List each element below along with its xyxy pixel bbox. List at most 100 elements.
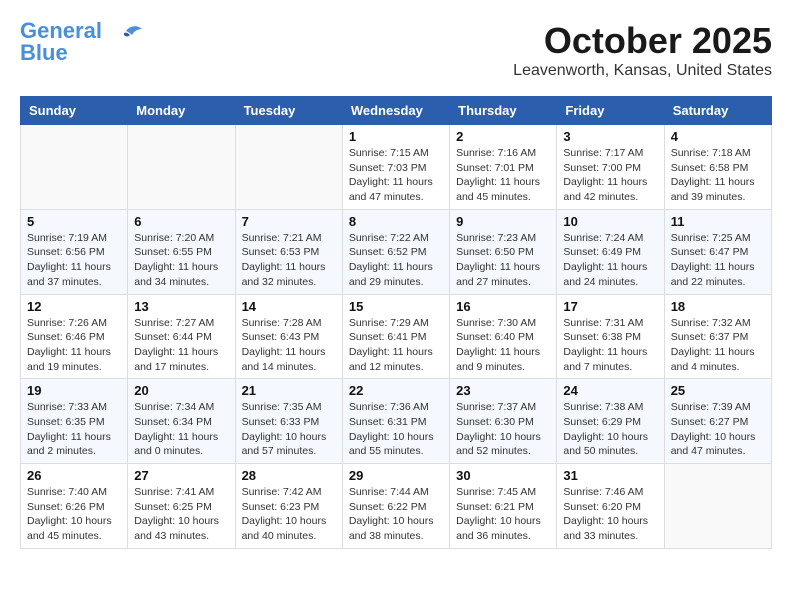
calendar-week-3: 12 Sunrise: 7:26 AM Sunset: 6:46 PM Dayli… [21, 294, 772, 379]
calendar-cell: 25 Sunrise: 7:39 AM Sunset: 6:27 PM Dayli… [664, 379, 771, 464]
calendar-cell: 3 Sunrise: 7:17 AM Sunset: 7:00 PM Daylig… [557, 125, 664, 210]
calendar-cell: 2 Sunrise: 7:16 AM Sunset: 7:01 PM Daylig… [450, 125, 557, 210]
page-header: General Blue October 2025 Leavenworth, K… [20, 20, 772, 80]
calendar-cell: 4 Sunrise: 7:18 AM Sunset: 6:58 PM Daylig… [664, 125, 771, 210]
calendar-cell: 7 Sunrise: 7:21 AM Sunset: 6:53 PM Daylig… [235, 209, 342, 294]
day-number: 25 [671, 383, 765, 398]
day-info: Sunrise: 7:22 AM Sunset: 6:52 PM Dayligh… [349, 231, 443, 290]
calendar-week-1: 1 Sunrise: 7:15 AM Sunset: 7:03 PM Daylig… [21, 125, 772, 210]
weekday-header-tuesday: Tuesday [235, 97, 342, 125]
month-title: October 2025 [513, 20, 772, 62]
day-info: Sunrise: 7:29 AM Sunset: 6:41 PM Dayligh… [349, 316, 443, 375]
day-number: 10 [563, 214, 657, 229]
day-info: Sunrise: 7:17 AM Sunset: 7:00 PM Dayligh… [563, 146, 657, 205]
day-info: Sunrise: 7:42 AM Sunset: 6:23 PM Dayligh… [242, 485, 336, 544]
logo-bird-icon [106, 23, 142, 51]
day-info: Sunrise: 7:21 AM Sunset: 6:53 PM Dayligh… [242, 231, 336, 290]
day-info: Sunrise: 7:18 AM Sunset: 6:58 PM Dayligh… [671, 146, 765, 205]
calendar-cell: 31 Sunrise: 7:46 AM Sunset: 6:20 PM Dayli… [557, 464, 664, 549]
day-info: Sunrise: 7:31 AM Sunset: 6:38 PM Dayligh… [563, 316, 657, 375]
calendar-cell [128, 125, 235, 210]
day-info: Sunrise: 7:38 AM Sunset: 6:29 PM Dayligh… [563, 400, 657, 459]
calendar-cell: 16Sunrise: 7:30 AM Sunset: 6:40 PM Dayli… [450, 294, 557, 379]
calendar-cell: 30Sunrise: 7:45 AM Sunset: 6:21 PM Dayli… [450, 464, 557, 549]
calendar-body: 1 Sunrise: 7:15 AM Sunset: 7:03 PM Daylig… [21, 125, 772, 549]
day-info: Sunrise: 7:20 AM Sunset: 6:55 PM Dayligh… [134, 231, 228, 290]
day-number: 28 [242, 468, 336, 483]
calendar-cell: 27 Sunrise: 7:41 AM Sunset: 6:25 PM Dayli… [128, 464, 235, 549]
weekday-header-monday: Monday [128, 97, 235, 125]
calendar-week-5: 26 Sunrise: 7:40 AM Sunset: 6:26 PM Dayli… [21, 464, 772, 549]
day-number: 6 [134, 214, 228, 229]
day-number: 23 [456, 383, 550, 398]
calendar-cell: 17 Sunrise: 7:31 AM Sunset: 6:38 PM Dayli… [557, 294, 664, 379]
day-info: Sunrise: 7:28 AM Sunset: 6:43 PM Dayligh… [242, 316, 336, 375]
day-info: Sunrise: 7:40 AM Sunset: 6:26 PM Dayligh… [27, 485, 121, 544]
calendar-cell: 14 Sunrise: 7:28 AM Sunset: 6:43 PM Dayli… [235, 294, 342, 379]
day-number: 27 [134, 468, 228, 483]
day-number: 7 [242, 214, 336, 229]
day-info: Sunrise: 7:36 AM Sunset: 6:31 PM Dayligh… [349, 400, 443, 459]
day-number: 3 [563, 129, 657, 144]
weekday-header-friday: Friday [557, 97, 664, 125]
day-number: 24 [563, 383, 657, 398]
calendar-cell: 5Sunrise: 7:19 AM Sunset: 6:56 PM Daylig… [21, 209, 128, 294]
day-info: Sunrise: 7:41 AM Sunset: 6:25 PM Dayligh… [134, 485, 228, 544]
day-info: Sunrise: 7:37 AM Sunset: 6:30 PM Dayligh… [456, 400, 550, 459]
day-number: 1 [349, 129, 443, 144]
calendar-cell: 26 Sunrise: 7:40 AM Sunset: 6:26 PM Dayli… [21, 464, 128, 549]
title-block: October 2025 Leavenworth, Kansas, United… [513, 20, 772, 80]
day-number: 2 [456, 129, 550, 144]
day-number: 14 [242, 299, 336, 314]
logo-text: General Blue [20, 20, 102, 64]
calendar-cell: 18Sunrise: 7:32 AM Sunset: 6:37 PM Dayli… [664, 294, 771, 379]
calendar-header: SundayMondayTuesdayWednesdayThursdayFrid… [21, 97, 772, 125]
calendar-cell: 8Sunrise: 7:22 AM Sunset: 6:52 PM Daylig… [342, 209, 449, 294]
day-number: 20 [134, 383, 228, 398]
calendar-week-4: 19 Sunrise: 7:33 AM Sunset: 6:35 PM Dayli… [21, 379, 772, 464]
day-info: Sunrise: 7:39 AM Sunset: 6:27 PM Dayligh… [671, 400, 765, 459]
calendar-cell: 28 Sunrise: 7:42 AM Sunset: 6:23 PM Dayli… [235, 464, 342, 549]
day-info: Sunrise: 7:16 AM Sunset: 7:01 PM Dayligh… [456, 146, 550, 205]
day-number: 22 [349, 383, 443, 398]
calendar-cell: 6 Sunrise: 7:20 AM Sunset: 6:55 PM Daylig… [128, 209, 235, 294]
day-number: 31 [563, 468, 657, 483]
calendar-cell: 23 Sunrise: 7:37 AM Sunset: 6:30 PM Dayli… [450, 379, 557, 464]
day-number: 11 [671, 214, 765, 229]
day-info: Sunrise: 7:19 AM Sunset: 6:56 PM Dayligh… [27, 231, 121, 290]
day-number: 15 [349, 299, 443, 314]
calendar-week-2: 5Sunrise: 7:19 AM Sunset: 6:56 PM Daylig… [21, 209, 772, 294]
day-number: 12 [27, 299, 121, 314]
day-number: 9 [456, 214, 550, 229]
calendar-cell: 19 Sunrise: 7:33 AM Sunset: 6:35 PM Dayli… [21, 379, 128, 464]
day-info: Sunrise: 7:25 AM Sunset: 6:47 PM Dayligh… [671, 231, 765, 290]
day-info: Sunrise: 7:32 AM Sunset: 6:37 PM Dayligh… [671, 316, 765, 375]
calendar-cell [235, 125, 342, 210]
weekday-header-thursday: Thursday [450, 97, 557, 125]
weekday-row: SundayMondayTuesdayWednesdayThursdayFrid… [21, 97, 772, 125]
day-info: Sunrise: 7:46 AM Sunset: 6:20 PM Dayligh… [563, 485, 657, 544]
day-number: 17 [563, 299, 657, 314]
day-number: 16 [456, 299, 550, 314]
calendar-cell: 1 Sunrise: 7:15 AM Sunset: 7:03 PM Daylig… [342, 125, 449, 210]
day-number: 4 [671, 129, 765, 144]
calendar-cell: 21Sunrise: 7:35 AM Sunset: 6:33 PM Dayli… [235, 379, 342, 464]
location-subtitle: Leavenworth, Kansas, United States [513, 62, 772, 80]
weekday-header-sunday: Sunday [21, 97, 128, 125]
day-info: Sunrise: 7:15 AM Sunset: 7:03 PM Dayligh… [349, 146, 443, 205]
calendar-cell: 29Sunrise: 7:44 AM Sunset: 6:22 PM Dayli… [342, 464, 449, 549]
day-info: Sunrise: 7:23 AM Sunset: 6:50 PM Dayligh… [456, 231, 550, 290]
day-info: Sunrise: 7:35 AM Sunset: 6:33 PM Dayligh… [242, 400, 336, 459]
calendar-cell [21, 125, 128, 210]
weekday-header-wednesday: Wednesday [342, 97, 449, 125]
day-number: 29 [349, 468, 443, 483]
calendar-table: SundayMondayTuesdayWednesdayThursdayFrid… [20, 96, 772, 549]
calendar-cell: 22 Sunrise: 7:36 AM Sunset: 6:31 PM Dayli… [342, 379, 449, 464]
day-info: Sunrise: 7:34 AM Sunset: 6:34 PM Dayligh… [134, 400, 228, 459]
day-info: Sunrise: 7:33 AM Sunset: 6:35 PM Dayligh… [27, 400, 121, 459]
day-info: Sunrise: 7:45 AM Sunset: 6:21 PM Dayligh… [456, 485, 550, 544]
calendar-cell: 10Sunrise: 7:24 AM Sunset: 6:49 PM Dayli… [557, 209, 664, 294]
day-number: 26 [27, 468, 121, 483]
day-info: Sunrise: 7:26 AM Sunset: 6:46 PM Dayligh… [27, 316, 121, 375]
day-number: 19 [27, 383, 121, 398]
